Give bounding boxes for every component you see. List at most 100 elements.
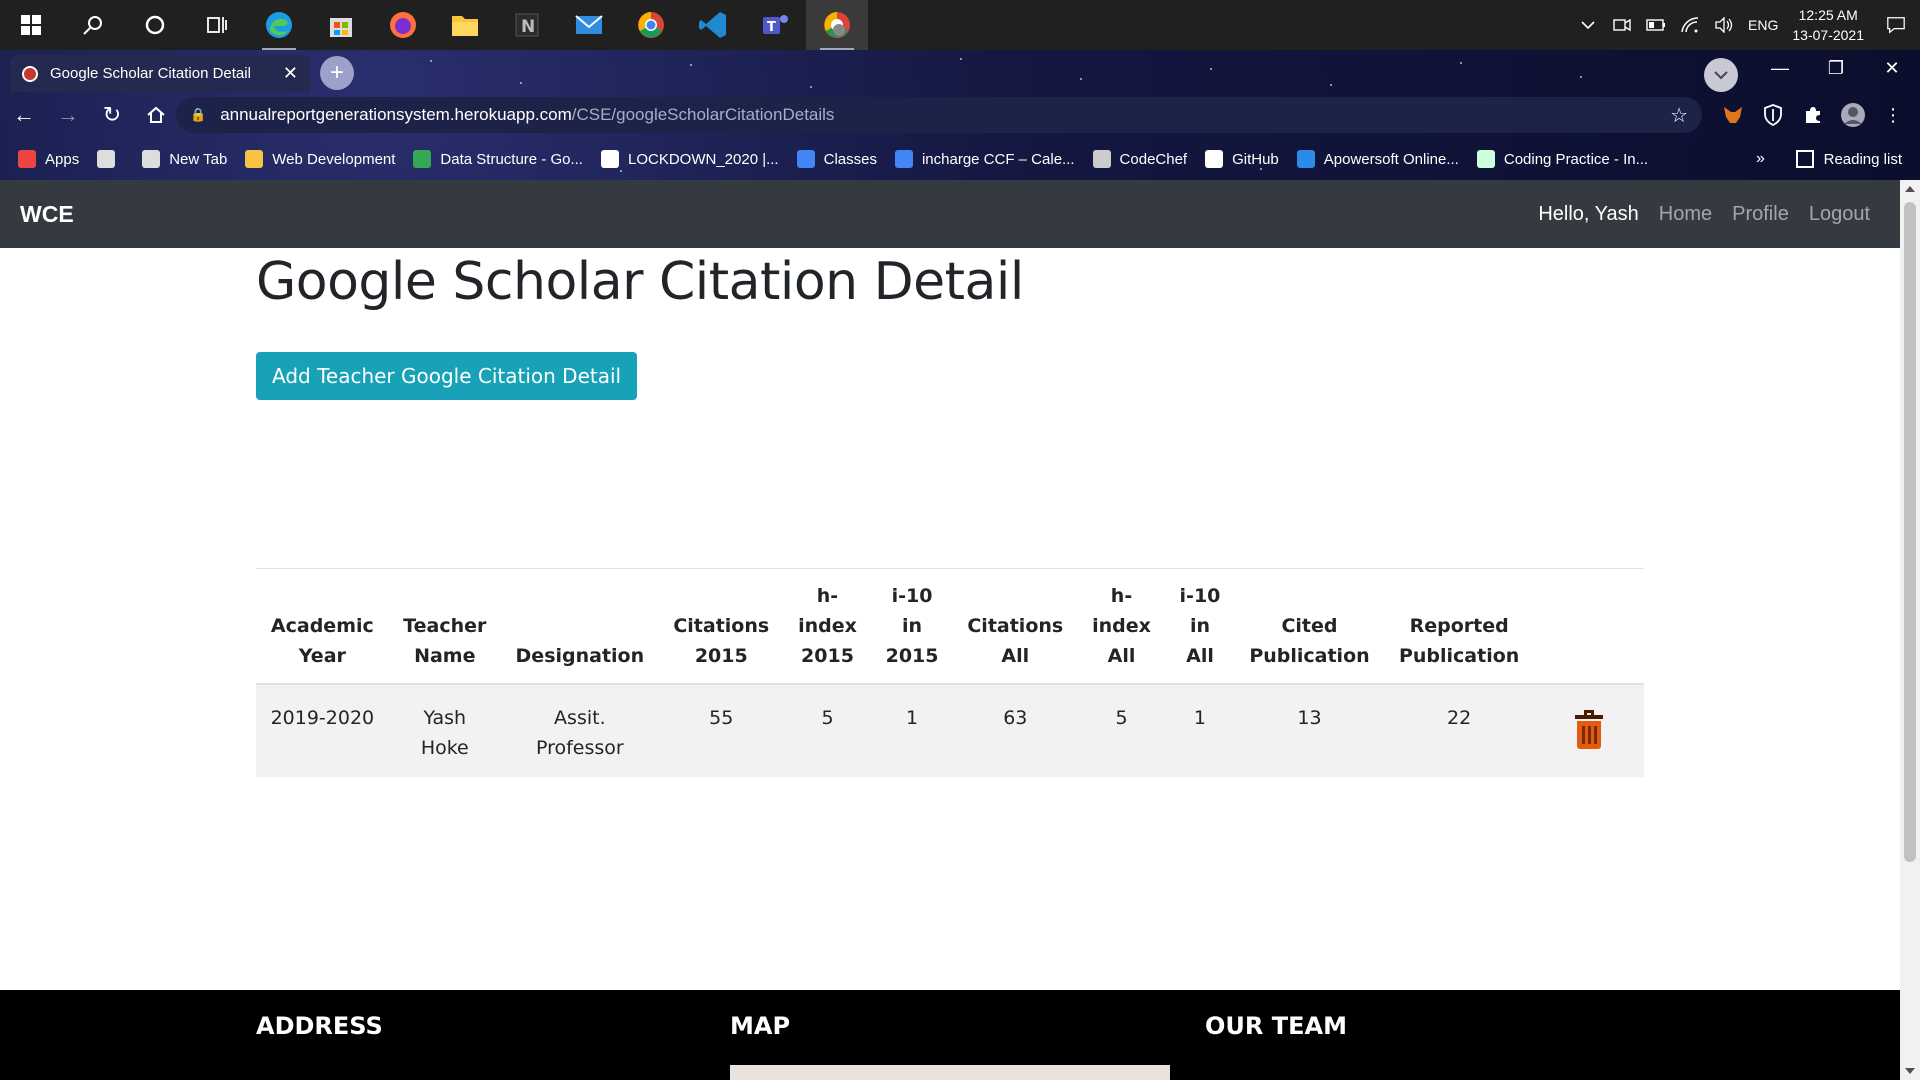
column-header: Academic Year (256, 568, 389, 685)
cortana-icon[interactable] (124, 0, 186, 50)
bookmark-star-icon[interactable]: ☆ (1670, 103, 1688, 128)
header-row: Academic Year Teacher Name Designation Citati… (256, 568, 1644, 685)
store-icon[interactable] (310, 0, 372, 50)
column-header-line: 2015 (885, 645, 939, 667)
profile-avatar-icon[interactable] (1838, 100, 1868, 130)
chrome-profile-icon[interactable] (806, 0, 868, 50)
battery-icon[interactable] (1646, 15, 1666, 35)
bookmark-item[interactable]: LOCKDOWN_2020 |... (600, 150, 779, 168)
column-header-line: in (1189, 615, 1210, 637)
column-header-line: All (1107, 645, 1136, 667)
bookmark-item[interactable]: Apowersoft Online... (1296, 150, 1459, 168)
scrollbar-thumb[interactable] (1904, 202, 1916, 862)
reload-icon[interactable]: ↻ (92, 95, 132, 135)
scroll-down-icon[interactable] (1905, 1068, 1915, 1074)
windows-start-icon[interactable] (0, 0, 62, 50)
vscode-icon[interactable] (682, 0, 744, 50)
clock-time: 12:25 AM (1798, 7, 1858, 23)
nav-home-link[interactable]: Home (1659, 203, 1712, 226)
minimize-icon[interactable]: — (1752, 50, 1808, 86)
nav-logout-link[interactable]: Logout (1809, 203, 1870, 226)
teams-icon[interactable]: T (744, 0, 806, 50)
mail-icon[interactable] (558, 0, 620, 50)
column-header-line: h- (1110, 585, 1133, 607)
browser-menu-icon[interactable]: ⋮ (1878, 100, 1908, 130)
trash-stripe (1582, 726, 1585, 744)
clock[interactable]: 12:25 AM 13-07-2021 (1792, 5, 1864, 45)
folder-icon (245, 150, 264, 168)
bookmark-label: incharge CCF – Cale... (921, 150, 1075, 168)
column-header-line: All (1001, 645, 1030, 667)
cell-citations-all: 63 (952, 684, 1078, 777)
bookmark-item[interactable]: Data Structure - Go... (413, 150, 583, 168)
search-icon[interactable] (62, 0, 124, 50)
add-citation-button[interactable]: Add Teacher Google Citation Detail (256, 352, 638, 400)
trash-stripe (1588, 726, 1591, 744)
notification-icon[interactable] (1886, 15, 1906, 35)
column-header: Teacher Name (388, 568, 501, 685)
back-icon[interactable]: ← (4, 95, 44, 135)
bookmark-item[interactable]: New Tab (142, 150, 227, 168)
windows-taskbar: N T ENG 12:25 AM 13-07-2021 (0, 0, 1920, 50)
citation-table: Academic Year Teacher Name Designation Citati… (256, 568, 1644, 777)
cell-line: Assit. (554, 707, 606, 729)
extensions-puzzle-icon[interactable] (1798, 100, 1828, 130)
column-header-line: i-10 (1179, 585, 1221, 607)
scroll-up-icon[interactable] (1905, 186, 1915, 192)
column-header-line: Reported (1409, 615, 1509, 637)
language-indicator[interactable]: ENG (1748, 17, 1778, 33)
table-header: Academic Year Teacher Name Designation Citati… (256, 568, 1644, 685)
address-bar[interactable]: 🔒 annualreportgenerationsystem.herokuapp… (176, 97, 1702, 133)
bookmark-label: New Tab (169, 150, 228, 168)
footer-map-embed[interactable] (730, 1065, 1170, 1080)
page-viewport: WCE Hello, Yash Home Profile Logout Goog… (0, 180, 1900, 1080)
restore-icon[interactable]: ❐ (1808, 50, 1864, 86)
meet-now-icon[interactable] (1612, 15, 1632, 35)
brand-logo[interactable]: WCE (20, 201, 74, 228)
chrome-icon[interactable] (620, 0, 682, 50)
column-header: Citations 2015 (658, 568, 784, 685)
home-icon[interactable] (136, 95, 176, 135)
bookmarks-overflow-icon[interactable]: » (1756, 150, 1765, 168)
page-scrollbar[interactable] (1900, 180, 1920, 1080)
bookmark-label: CodeChef (1119, 150, 1188, 168)
task-view-icon[interactable] (186, 0, 248, 50)
metamask-icon[interactable] (1718, 100, 1748, 130)
file-explorer-icon[interactable] (434, 0, 496, 50)
browser-tab-active[interactable]: Google Scholar Citation Detail ✕ (10, 55, 310, 92)
svg-text:T: T (767, 20, 776, 35)
delete-trash-icon[interactable] (1575, 709, 1603, 749)
notion-icon[interactable]: N (496, 0, 558, 50)
column-header-line: Citations (967, 615, 1064, 637)
bookmark-item[interactable] (97, 150, 124, 168)
chevron-up-icon[interactable] (1578, 15, 1598, 35)
reading-list-button[interactable]: Reading list (1795, 150, 1902, 168)
bookmark-label: GitHub (1232, 150, 1279, 168)
bookmark-label: Coding Practice - In... (1503, 150, 1649, 168)
column-header-line: in (902, 615, 923, 637)
bookmark-item[interactable]: Classes (796, 150, 877, 168)
bookmark-item[interactable]: CodeChef (1092, 150, 1188, 168)
tab-strip: Google Scholar Citation Detail ✕ + — ❐ ✕ (0, 50, 1920, 92)
bookmark-item[interactable]: Web Development (245, 150, 395, 168)
shield-icon[interactable] (1758, 100, 1788, 130)
tab-close-icon[interactable]: ✕ (283, 63, 298, 84)
bookmark-item[interactable]: Apps (18, 150, 79, 168)
volume-icon[interactable] (1714, 15, 1734, 35)
bookmark-item[interactable]: incharge CCF – Cale... (894, 150, 1075, 168)
column-header: h-index All (1077, 568, 1166, 685)
close-window-icon[interactable]: ✕ (1864, 50, 1920, 86)
firefox-icon[interactable] (372, 0, 434, 50)
wifi-icon[interactable] (1680, 15, 1700, 35)
bookmark-item[interactable]: GitHub (1205, 150, 1279, 168)
cell-h-index-all: 5 (1077, 684, 1166, 777)
bookmark-label: Web Development (272, 150, 396, 168)
lock-icon[interactable]: 🔒 (190, 107, 206, 123)
nav-profile-link[interactable]: Profile (1732, 203, 1789, 226)
edge-icon[interactable] (248, 0, 310, 50)
clock-date: 13-07-2021 (1792, 27, 1864, 43)
bookmark-item[interactable]: Coding Practice - In... (1476, 150, 1649, 168)
forward-icon[interactable]: → (48, 95, 88, 135)
new-tab-button[interactable]: + (320, 56, 354, 90)
tab-search-icon[interactable] (1704, 58, 1738, 92)
